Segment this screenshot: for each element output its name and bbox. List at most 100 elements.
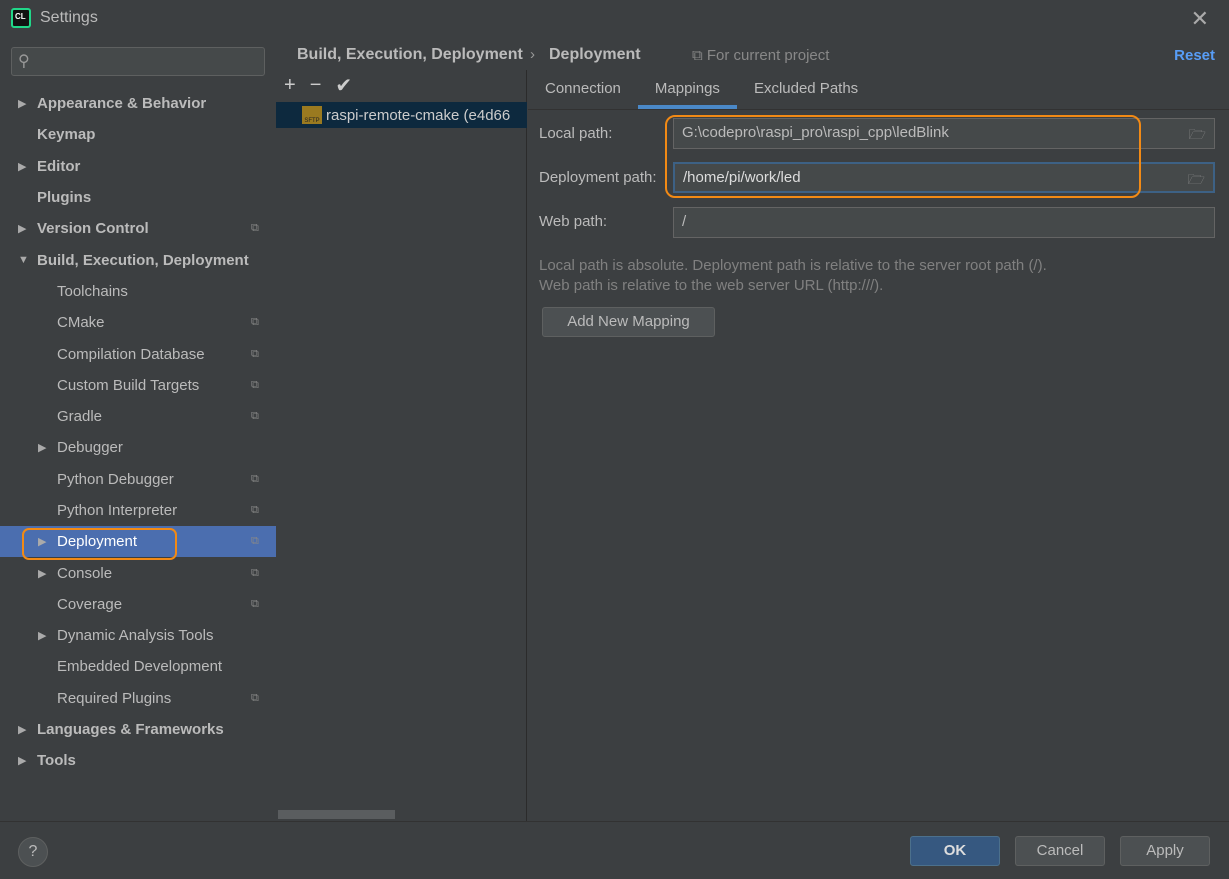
sidebar-item-coverage[interactable]: Coverage ⧉ xyxy=(0,589,276,620)
chevron-right-icon[interactable]: ▶ xyxy=(38,567,46,580)
chevron-right-icon[interactable]: ▶ xyxy=(38,629,46,642)
breadcrumb-current: Deployment xyxy=(549,46,641,63)
sidebar-item-embedded-development[interactable]: Embedded Development xyxy=(0,651,276,682)
tab-bar: Connection Mappings Excluded Paths xyxy=(528,70,1229,110)
server-list-pane: + − ✔ SFTP raspi-remote-cmake (e4d66 xyxy=(276,70,527,821)
sidebar-item-label: Compilation Database xyxy=(57,345,205,363)
sidebar-item-label: Python Debugger xyxy=(57,470,174,488)
project-scope-icon: ⧉ xyxy=(251,691,259,704)
local-path-label: Local path: xyxy=(539,125,613,142)
sidebar-item-label: Console xyxy=(57,564,113,582)
sidebar-item-debugger[interactable]: ▶ Debugger xyxy=(0,432,276,463)
set-default-icon[interactable]: ✔ xyxy=(335,73,352,98)
sidebar-item-python-debugger[interactable]: Python Debugger ⧉ xyxy=(0,464,276,495)
project-scope-icon: ⧉ xyxy=(251,222,259,235)
sidebar-item-languages-frameworks[interactable]: ▶ Languages & Frameworks xyxy=(0,714,276,745)
horizontal-scrollbar[interactable] xyxy=(278,810,395,819)
sidebar-item-label: Custom Build Targets xyxy=(57,376,200,394)
sidebar-item-label: Version Control xyxy=(37,220,149,238)
breadcrumb-separator: › xyxy=(530,46,535,63)
hint-text: Web path is relative to the web server U… xyxy=(539,277,884,294)
tab-excluded-paths[interactable]: Excluded Paths xyxy=(737,70,875,109)
sidebar-item-label: Coverage xyxy=(57,595,123,613)
sidebar-item-toolchains[interactable]: Toolchains xyxy=(0,276,276,307)
add-new-mapping-button[interactable]: Add New Mapping xyxy=(542,307,715,337)
sidebar-item-tools[interactable]: ▶ Tools xyxy=(0,745,276,776)
search-icon: ⚲ xyxy=(18,53,30,70)
settings-tree: ▶ Appearance & Behavior Keymap ▶ Editor Plugi… xyxy=(0,88,276,777)
search-input[interactable]: ⚲ xyxy=(11,47,265,76)
sidebar-item-plugins[interactable]: Plugins xyxy=(0,182,276,213)
sidebar-item-appearance-behavior[interactable]: ▶ Appearance & Behavior xyxy=(0,88,276,119)
chevron-right-icon[interactable]: ▶ xyxy=(18,97,26,110)
chevron-right-icon[interactable]: ▶ xyxy=(38,441,46,454)
deployment-path-label: Deployment path: xyxy=(539,169,657,186)
sidebar-item-build-execution-deployment[interactable]: ▼ Build, Execution, Deployment xyxy=(0,244,276,275)
project-scope-icon: ⧉ xyxy=(251,347,259,360)
chevron-right-icon[interactable]: ▶ xyxy=(18,160,26,173)
sidebar-item-label: Appearance & Behavior xyxy=(37,95,207,113)
app-logo: CL xyxy=(11,8,31,28)
footer: ? OK Cancel Apply xyxy=(0,821,1229,879)
chevron-right-icon[interactable]: ▶ xyxy=(18,222,26,235)
sidebar-item-python-interpreter[interactable]: Python Interpreter ⧉ xyxy=(0,495,276,526)
sidebar-item-compilation-database[interactable]: Compilation Database ⧉ xyxy=(0,338,276,369)
project-scope-icon: ⧉ xyxy=(251,472,259,485)
sftp-icon: SFTP xyxy=(302,106,322,124)
chevron-right-icon[interactable]: ▶ xyxy=(18,723,26,736)
sidebar-item-label: Editor xyxy=(37,157,81,175)
remove-icon[interactable]: − xyxy=(310,74,322,97)
server-name: raspi-remote-cmake (e4d66 xyxy=(326,106,511,124)
close-icon[interactable]: ✕ xyxy=(1191,6,1209,32)
web-path-label: Web path: xyxy=(539,213,608,230)
hint-text: Local path is absolute. Deployment path … xyxy=(539,257,1047,274)
sidebar-item-label: Plugins xyxy=(37,189,92,207)
sidebar-item-label: Gradle xyxy=(57,408,103,426)
project-scope-icon: ⧉ xyxy=(251,535,259,548)
copy-icon: ⧉ xyxy=(692,47,707,64)
scope-label: For current project xyxy=(706,47,830,64)
sidebar-item-keymap[interactable]: Keymap xyxy=(0,119,276,150)
sidebar-item-label: Build, Execution, Deployment xyxy=(37,251,249,269)
web-path-value: / xyxy=(682,213,687,230)
paths-highlight xyxy=(665,115,1141,198)
server-toolbar: + − ✔ xyxy=(276,70,526,100)
sidebar-item-label: CMake xyxy=(57,314,105,332)
sidebar-item-label: Keymap xyxy=(37,126,96,144)
title-bar: CL Settings ✕ xyxy=(0,0,1229,36)
sidebar-item-console[interactable]: ▶ Console ⧉ xyxy=(0,557,276,588)
sidebar-item-label: Toolchains xyxy=(57,282,128,300)
sidebar-item-label: Python Interpreter xyxy=(57,502,178,519)
sidebar-item-label: Embedded Development xyxy=(57,658,223,676)
sidebar-item-dynamic-analysis-tools[interactable]: ▶ Dynamic Analysis Tools xyxy=(0,620,276,651)
sidebar-item-required-plugins[interactable]: Required Plugins ⧉ xyxy=(0,683,276,714)
help-button[interactable]: ? xyxy=(18,837,48,867)
sidebar-item-label: Required Plugins xyxy=(57,689,172,707)
server-item[interactable]: SFTP raspi-remote-cmake (e4d66 xyxy=(276,102,527,128)
apply-button[interactable]: Apply xyxy=(1120,836,1210,866)
chevron-down-icon[interactable]: ▼ xyxy=(18,254,29,266)
sidebar-item-custom-build-targets[interactable]: Custom Build Targets ⧉ xyxy=(0,370,276,401)
project-scope-icon: ⧉ xyxy=(251,410,259,423)
window-title: Settings xyxy=(40,9,98,26)
tab-connection[interactable]: Connection xyxy=(528,70,638,109)
folder-icon[interactable]: 🗁 xyxy=(1188,169,1205,193)
sidebar-item-version-control[interactable]: ▶ Version Control ⧉ xyxy=(0,213,276,244)
sidebar-item-label: Dynamic Analysis Tools xyxy=(57,627,214,645)
folder-icon[interactable]: 🗁 xyxy=(1189,124,1206,148)
sidebar-item-gradle[interactable]: Gradle ⧉ xyxy=(0,401,276,432)
deployment-highlight xyxy=(22,528,177,560)
breadcrumb-parent[interactable]: Build, Execution, Deployment xyxy=(297,46,523,64)
tab-mappings[interactable]: Mappings xyxy=(637,70,737,109)
chevron-right-icon[interactable]: ▶ xyxy=(18,754,26,767)
project-scope: ⧉ For current project xyxy=(692,47,829,64)
sidebar-item-label: Tools xyxy=(37,752,76,770)
cancel-button[interactable]: Cancel xyxy=(1015,836,1105,866)
ok-button[interactable]: OK xyxy=(910,836,1000,866)
sidebar-item-editor[interactable]: ▶ Editor xyxy=(0,151,276,182)
web-path-field[interactable]: / xyxy=(673,207,1215,238)
sidebar-item-label: Languages & Frameworks xyxy=(37,721,224,739)
add-icon[interactable]: + xyxy=(284,74,296,97)
reset-link[interactable]: Reset xyxy=(1174,47,1215,64)
sidebar-item-cmake[interactable]: CMake ⧉ xyxy=(0,307,276,338)
